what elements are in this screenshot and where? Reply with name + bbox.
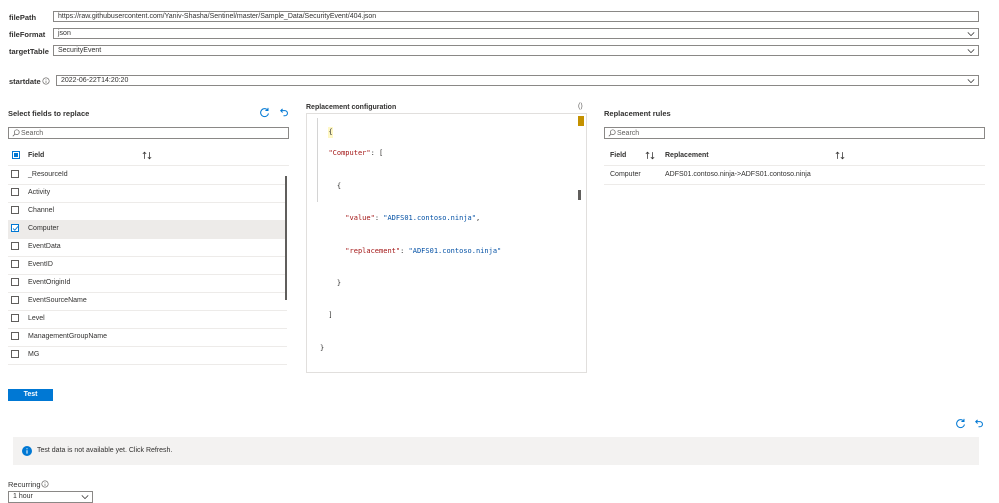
startdate-value: 2022-06-22T14:20:20 [61, 77, 129, 84]
fileformat-dropdown[interactable]: json [53, 28, 979, 39]
field-label: EventSourceName [28, 297, 87, 304]
field-list-item[interactable]: EventOriginId [8, 274, 287, 293]
editor-minimap-marker [578, 116, 584, 126]
field-list-item[interactable]: MG [8, 346, 287, 365]
chevron-down-icon [967, 49, 975, 54]
filepath-input[interactable]: https://raw.githubusercontent.com/Yaniv-… [53, 11, 979, 22]
info-message-bar: Test data is not available yet. Click Re… [13, 437, 979, 465]
undo-icon[interactable] [973, 418, 984, 429]
field-label: EventID [28, 261, 53, 268]
code-line: "replacement": "ADFS01.contoso.ninja" [345, 246, 502, 255]
targettable-dropdown[interactable]: SecurityEvent [53, 45, 979, 56]
field-checkbox[interactable] [11, 170, 19, 178]
field-checkbox[interactable] [11, 314, 19, 322]
code-line: { [320, 181, 342, 190]
field-list-item[interactable]: Channel [8, 202, 287, 221]
code-line: { [328, 126, 333, 138]
field-checkbox[interactable] [11, 332, 19, 340]
startdate-label: startdate [9, 77, 41, 86]
chevron-down-icon [967, 32, 975, 37]
field-checkbox[interactable] [11, 278, 19, 286]
code-line: ] [320, 311, 333, 320]
select-all-checkbox[interactable] [12, 151, 20, 159]
info-icon[interactable] [42, 77, 50, 85]
recurring-value: 1 hour [13, 493, 33, 500]
search-placeholder: Search [21, 130, 44, 137]
field-label: Level [28, 315, 45, 322]
info-icon [22, 446, 32, 456]
chevron-down-icon [967, 79, 975, 84]
code-line: "value": "ADFS01.contoso.ninja", [345, 214, 481, 223]
info-message-text: Test data is not available yet. Click Re… [37, 447, 173, 454]
config-panel-title: Replacement configuration [306, 104, 397, 111]
startdate-dropdown[interactable]: 2022-06-22T14:20:20 [56, 75, 979, 86]
json-code: { "Computer": [ { "value": "ADFS01.conto… [320, 116, 501, 364]
checkmark-icon [12, 226, 19, 231]
field-label: ManagementGroupName [28, 333, 107, 340]
field-list-item[interactable]: EventSourceName [8, 292, 287, 311]
field-label: MG [28, 351, 40, 358]
editor-scrollbar[interactable] [578, 190, 581, 200]
field-checkbox[interactable] [11, 242, 19, 250]
field-label: Activity [28, 189, 51, 196]
field-list-item[interactable]: Level [8, 310, 287, 329]
field-list-item[interactable]: _ResourceId [8, 166, 287, 185]
fileformat-value: json [58, 30, 71, 37]
code-line: "Computer": [ [328, 149, 384, 158]
fields-search-input[interactable]: Search [8, 127, 289, 139]
code-line: } [320, 278, 342, 287]
field-label: Channel [28, 207, 55, 214]
rules-panel-title: Replacement rules [604, 109, 671, 118]
field-label: Computer [28, 225, 59, 232]
field-list-item[interactable]: EventData [8, 238, 287, 257]
chevron-down-icon [81, 495, 89, 500]
fields-header-row: Field [8, 146, 289, 166]
rule-replacement: ADFS01.contoso.ninja->ADFS01.contoso.nin… [665, 171, 811, 178]
field-checkbox[interactable] [11, 188, 19, 196]
rules-field-header[interactable]: Field [610, 152, 626, 159]
search-icon [12, 129, 20, 137]
refresh-icon[interactable] [259, 107, 270, 118]
undo-icon[interactable] [278, 107, 289, 118]
fields-panel-title: Select fields to replace [8, 109, 90, 118]
field-checkbox[interactable] [11, 206, 19, 214]
field-column-header[interactable]: Field [28, 152, 44, 159]
field-checkbox[interactable] [11, 350, 19, 358]
targettable-label: targetTable [9, 47, 49, 56]
rules-search-input[interactable]: Search [604, 127, 985, 139]
field-list-item[interactable]: Computer [8, 220, 287, 239]
rules-table-row[interactable]: Computer ADFS01.contoso.ninja->ADFS01.co… [604, 166, 985, 185]
recurring-label: Recurring [8, 480, 41, 489]
rule-field: Computer [610, 171, 641, 178]
sort-icon[interactable] [645, 151, 655, 160]
field-checkbox[interactable] [11, 296, 19, 304]
info-icon[interactable] [41, 480, 49, 488]
field-checkbox[interactable] [11, 260, 19, 268]
rules-replacement-header[interactable]: Replacement [665, 152, 709, 159]
code-line: } [320, 343, 325, 352]
filepath-label: filePath [9, 13, 37, 22]
fileformat-label: fileFormat [9, 30, 46, 39]
field-label: EventData [28, 243, 61, 250]
search-icon [608, 129, 616, 137]
field-label: EventOriginId [28, 279, 71, 286]
field-list-item[interactable]: Activity [8, 184, 287, 203]
field-list-item[interactable]: ManagementGroupName [8, 328, 287, 347]
recurring-dropdown[interactable]: 1 hour [8, 491, 93, 503]
braces-icon[interactable]: () [578, 103, 583, 110]
field-label: _ResourceId [28, 171, 68, 178]
rules-header-row: Field Replacement [604, 146, 985, 166]
targettable-value: SecurityEvent [58, 47, 102, 54]
sort-icon[interactable] [835, 151, 845, 160]
search-placeholder: Search [617, 130, 640, 137]
test-button[interactable]: Test [8, 389, 53, 401]
fields-scrollbar[interactable] [285, 176, 287, 300]
field-checkbox[interactable] [11, 224, 19, 232]
sort-icon[interactable] [142, 151, 152, 160]
refresh-icon[interactable] [955, 418, 966, 429]
field-list-item[interactable]: EventID [8, 256, 287, 275]
